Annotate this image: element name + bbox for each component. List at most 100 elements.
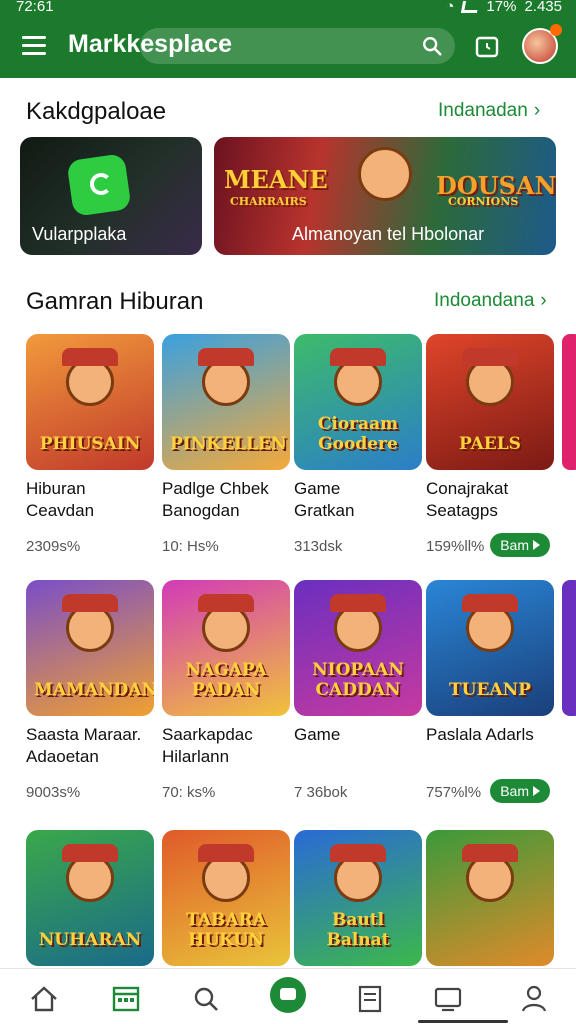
game-thumbnail[interactable]: TUEANP xyxy=(426,580,554,716)
play-button[interactable]: Bam xyxy=(490,533,550,557)
chevron-right-icon: › xyxy=(533,100,541,121)
game-logo-text: PINKELLEN xyxy=(170,434,287,454)
game-meta: 9003s% xyxy=(26,784,81,801)
game-thumbnail[interactable]: PAELS xyxy=(426,334,554,470)
game-logo-text: TUEANP xyxy=(449,680,531,700)
game-logo-text: Bautl Balnat xyxy=(326,910,390,950)
status-clock: 2.435 xyxy=(524,0,562,15)
calendar-icon[interactable] xyxy=(106,979,146,1019)
signal-icon xyxy=(461,0,480,13)
play-icon xyxy=(533,786,540,796)
wifi-icon: ◔ xyxy=(445,0,455,15)
game-logo-text: PHIUSAIN xyxy=(39,434,141,454)
play-button-label: Bam xyxy=(500,537,529,553)
character-hat-illustration xyxy=(462,594,518,612)
game-thumbnail[interactable]: NIOPAAN CADDAN xyxy=(294,580,422,716)
game-logo-text: NUHARAN xyxy=(38,930,142,950)
character-hat-illustration xyxy=(330,844,386,862)
game-thumbnail[interactable]: PINKELLEN xyxy=(162,334,290,470)
search-icon[interactable] xyxy=(421,35,443,57)
game-card[interactable]: PAELS Conajrakat Seatagps 159%ll% Bam xyxy=(426,334,554,557)
status-icons: ◔ 17% 2.435 xyxy=(445,0,562,15)
app-bar: Markkesplace xyxy=(0,22,576,72)
menu-icon[interactable] xyxy=(22,36,46,56)
game-card[interactable]: NUHARAN xyxy=(26,830,154,966)
character-hat-illustration xyxy=(462,844,518,862)
game-card[interactable]: Bautl Balnat xyxy=(294,830,422,966)
game-meta: 7 36bok xyxy=(294,784,348,801)
receipt-icon[interactable] xyxy=(350,979,390,1019)
game-card[interactable] xyxy=(426,830,554,966)
games-more-label: Indoandana xyxy=(434,290,535,311)
game-card[interactable]: TABARA HUKUN xyxy=(162,830,290,966)
game-logo-text: Cioraam Goodere xyxy=(317,414,399,454)
app-title: Markkesplace xyxy=(68,30,233,58)
banner-label: Almanoyan tel Hbolonar xyxy=(292,224,485,244)
games-see-more[interactable]: Indoandana › xyxy=(434,290,547,312)
featured-more-label: Indanadan xyxy=(438,100,528,121)
next-card-peek[interactable] xyxy=(562,580,576,716)
game-logo-text: NAGAPA PADAN xyxy=(185,660,267,700)
play-button[interactable]: Bam xyxy=(490,779,550,803)
game-card[interactable]: Cioraam Goodere Game Gratkan 313dsk xyxy=(294,334,422,555)
search-icon[interactable] xyxy=(186,979,226,1019)
game-title: Hiburan Ceavdan xyxy=(26,479,95,520)
game-thumbnail[interactable]: Bautl Balnat xyxy=(294,830,422,966)
status-bar: 72:61 ◔ 17% 2.435 xyxy=(0,0,576,18)
next-card-peek[interactable] xyxy=(562,334,576,470)
game-title: Saasta Maraar. Adaoetan xyxy=(26,725,142,766)
featured-see-more[interactable]: Indanadan › xyxy=(438,100,540,122)
banner-label: Vularpplaka xyxy=(32,224,127,244)
banner-logo-right-sub: CORNIONS xyxy=(448,195,519,208)
game-title: Game Gratkan xyxy=(294,479,355,520)
game-card[interactable]: TUEANP Paslala Adarls 757%l% Bam xyxy=(426,580,554,803)
game-title: Padlge Chbek Banogdan xyxy=(162,479,269,520)
game-meta: 10: Hs% xyxy=(162,538,219,555)
profile-icon[interactable] xyxy=(514,979,554,1019)
featured-title: Kakdgpaloae xyxy=(26,98,167,125)
character-hat-illustration xyxy=(62,844,118,862)
character-hat-illustration xyxy=(330,594,386,612)
game-logo-text: MAMANDAN xyxy=(34,680,154,700)
game-card[interactable]: NIOPAAN CADDAN Game 7 36bok xyxy=(294,580,422,801)
game-meta: 313dsk xyxy=(294,538,343,555)
banner-logo-left: MEANE xyxy=(224,165,328,194)
game-thumbnail[interactable] xyxy=(426,830,554,966)
character-hat-illustration xyxy=(198,594,254,612)
game-logo-text: NIOPAAN CADDAN xyxy=(312,660,404,700)
game-meta: 70: ks% xyxy=(162,784,216,801)
character-illustration xyxy=(358,147,412,201)
battery-text: 17% xyxy=(486,0,517,15)
notification-dot xyxy=(550,24,562,36)
character-hat-illustration xyxy=(62,348,118,366)
game-title: Conajrakat Seatagps xyxy=(426,479,509,520)
home-icon[interactable] xyxy=(24,979,64,1019)
game-card[interactable]: PHIUSAIN Hiburan Ceavdan 2309s% xyxy=(26,334,154,555)
game-card[interactable]: NAGAPA PADAN Saarkapdac Hilarlann 70: ks% xyxy=(162,580,290,801)
game-title: Paslala Adarls xyxy=(426,725,534,744)
chat-icon[interactable] xyxy=(270,977,306,1013)
top-app-bar: 72:61 ◔ 17% 2.435 Markkesplace xyxy=(0,0,576,78)
play-icon xyxy=(533,540,540,550)
chevron-right-icon: › xyxy=(540,290,547,311)
game-logo-text: TABARA HUKUN xyxy=(186,910,266,950)
featured-banner[interactable]: MEANE CHARRAIRS DOUSAN CORNIONS Almanoya… xyxy=(214,137,556,255)
game-thumbnail[interactable]: PHIUSAIN xyxy=(26,334,154,470)
game-thumbnail[interactable]: TABARA HUKUN xyxy=(162,830,290,966)
game-title: Saarkapdac Hilarlann xyxy=(162,725,253,766)
monitor-icon[interactable] xyxy=(428,979,468,1019)
phone-icon xyxy=(90,173,112,195)
game-thumbnail[interactable]: MAMANDAN xyxy=(26,580,154,716)
game-thumbnail[interactable]: Cioraam Goodere xyxy=(294,334,422,470)
banner-logo-left-sub: CHARRAIRS xyxy=(230,195,307,208)
bottom-nav xyxy=(0,968,576,1024)
game-thumbnail[interactable]: NAGAPA PADAN xyxy=(162,580,290,716)
game-card[interactable]: MAMANDAN Saasta Maraar. Adaoetan 9003s% xyxy=(26,580,154,801)
character-hat-illustration xyxy=(330,348,386,366)
scan-icon[interactable] xyxy=(474,34,500,60)
character-hat-illustration xyxy=(462,348,518,366)
game-thumbnail[interactable]: NUHARAN xyxy=(26,830,154,966)
game-card[interactable]: PINKELLEN Padlge Chbek Banogdan 10: Hs% xyxy=(162,334,290,555)
featured-banner[interactable]: Vularpplaka xyxy=(20,137,202,255)
character-hat-illustration xyxy=(198,348,254,366)
